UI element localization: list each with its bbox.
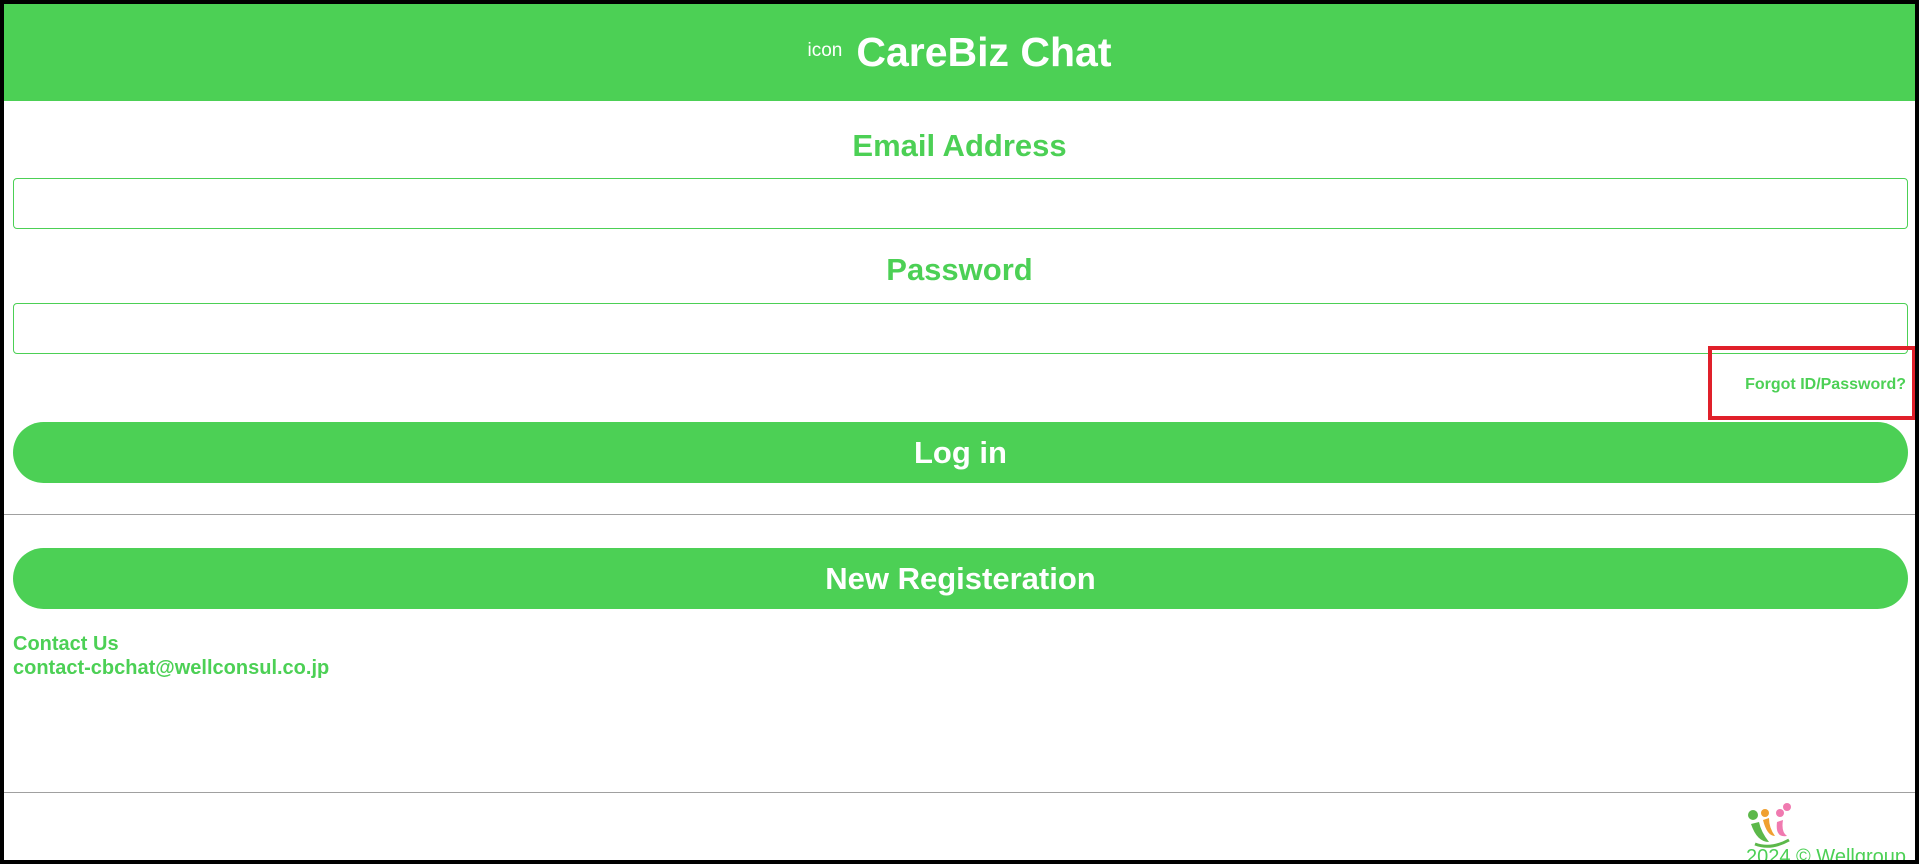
logo-leaf-orange	[1763, 818, 1775, 836]
email-input[interactable]	[13, 178, 1908, 229]
logo-dot-green	[1748, 810, 1758, 820]
app-window: icon CareBiz Chat Email Address Password…	[0, 0, 1919, 864]
contact-email-link[interactable]: contact-cbchat@wellconsul.co.jp	[13, 657, 329, 679]
new-registration-button[interactable]: New Registeration	[13, 548, 1908, 609]
wellgroup-logo-icon	[1748, 803, 1791, 848]
contact-section: Contact Us contact-cbchat@wellconsul.co.…	[13, 632, 329, 680]
password-label: Password	[886, 252, 1033, 287]
logo-dot-pink-2	[1776, 809, 1784, 817]
email-label: Email Address	[852, 128, 1067, 163]
logo-dot-pink	[1783, 803, 1791, 811]
contact-heading: Contact Us	[13, 633, 119, 655]
logo-dot-orange	[1761, 809, 1769, 817]
app-header: icon CareBiz Chat	[4, 4, 1915, 101]
logo-leaf-pink	[1776, 820, 1787, 837]
forgot-password-link[interactable]: Forgot ID/Password?	[1745, 376, 1906, 394]
footer-divider	[4, 792, 1915, 793]
login-button[interactable]: Log in	[13, 422, 1908, 483]
divider	[4, 514, 1915, 515]
password-input[interactable]	[13, 303, 1908, 354]
app-logo-icon: icon	[807, 39, 843, 61]
app-title: CareBiz Chat	[856, 29, 1112, 75]
copyright-text: 2024 © Wellgroup	[1745, 846, 1906, 864]
